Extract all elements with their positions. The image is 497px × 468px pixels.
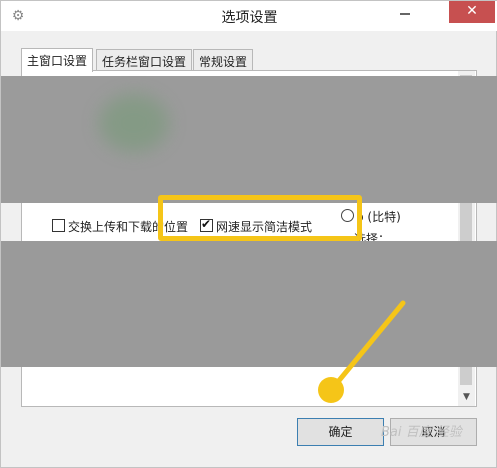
tab-main-window[interactable]: 主窗口设置	[21, 48, 94, 72]
ok-button[interactable]: 确定	[297, 418, 384, 446]
pointer-dot	[318, 377, 344, 403]
options-dialog: ⚙ 选项设置 ✕ 主窗口设置 任务栏窗口设置 常规设置 ▼ 交换上传和下载的位置…	[0, 0, 497, 468]
pointer-line	[334, 300, 406, 386]
watermark: Bai 百度 经验	[381, 425, 462, 440]
